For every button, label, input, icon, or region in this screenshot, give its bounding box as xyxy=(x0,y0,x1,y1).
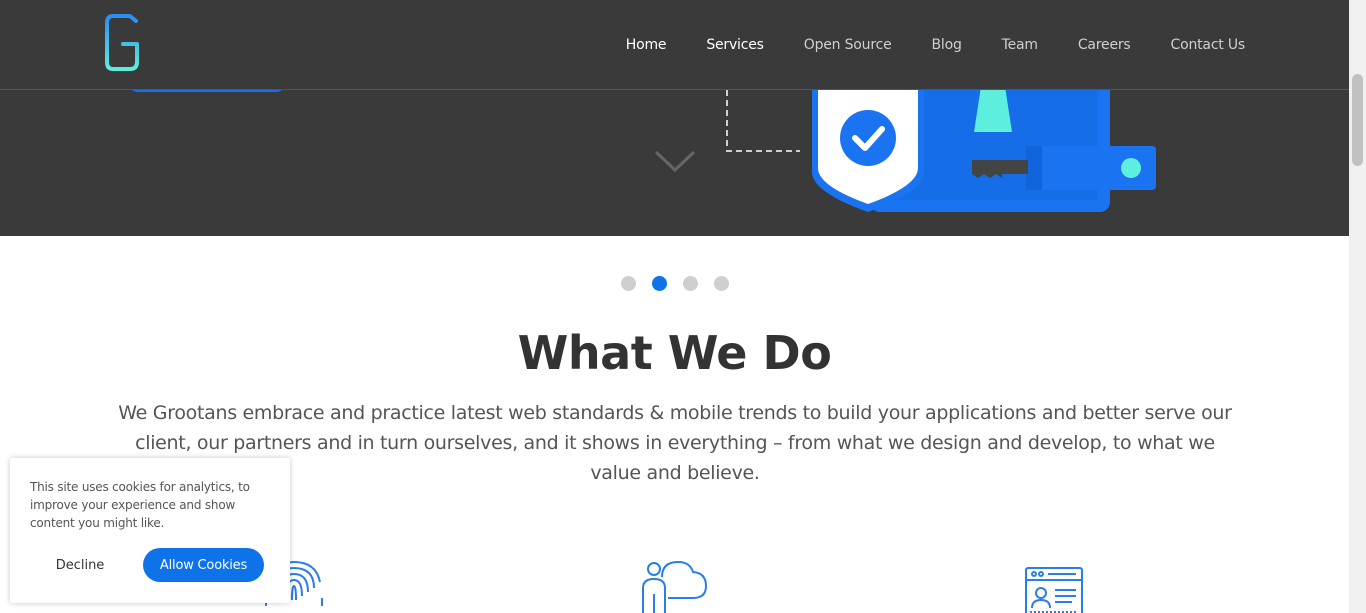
carousel-dot[interactable] xyxy=(682,276,698,291)
chevron-down-icon[interactable] xyxy=(654,148,696,174)
cookie-banner: This site uses cookies for analytics, to… xyxy=(10,458,290,603)
carousel-dot-active[interactable] xyxy=(651,276,667,291)
nav-contact-us[interactable]: Contact Us xyxy=(1171,37,1246,53)
site-header: Home Services Open Source Blog Team Care… xyxy=(0,0,1349,90)
carousel-dot[interactable] xyxy=(620,276,636,291)
allow-cookies-button[interactable]: Allow Cookies xyxy=(143,548,264,582)
nav-home[interactable]: Home xyxy=(626,37,667,53)
decline-button[interactable]: Decline xyxy=(30,548,130,582)
profile-window-icon xyxy=(1025,567,1083,613)
person-cloud-icon xyxy=(642,560,708,613)
nav-open-source[interactable]: Open Source xyxy=(804,37,892,53)
security-shield-key-icon xyxy=(726,80,1156,212)
page: Home Services Open Source Blog Team Care… xyxy=(0,0,1349,613)
nav-careers[interactable]: Careers xyxy=(1078,37,1131,53)
scrollbar-thumb[interactable] xyxy=(1352,74,1363,166)
section-title: What We Do xyxy=(517,326,832,380)
nav-services[interactable]: Services xyxy=(706,37,764,53)
carousel-dot[interactable] xyxy=(713,276,729,291)
nav-team[interactable]: Team xyxy=(1002,37,1038,53)
cookie-message: This site uses cookies for analytics, to… xyxy=(30,480,250,530)
page-scrollbar[interactable] xyxy=(1349,0,1366,613)
main-nav: Home Services Open Source Blog Team Care… xyxy=(586,0,1245,89)
carousel-dots xyxy=(0,276,1349,291)
grootan-logo[interactable] xyxy=(104,14,142,72)
nav-blog[interactable]: Blog xyxy=(931,37,961,53)
